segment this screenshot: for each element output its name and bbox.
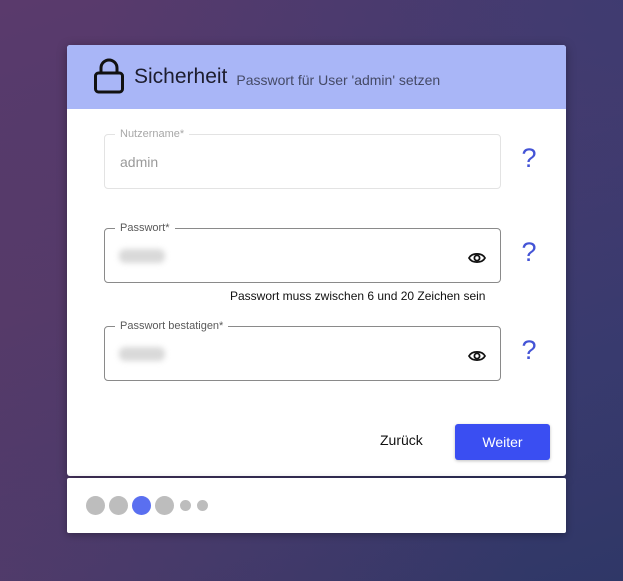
next-button[interactable]: Weiter <box>455 424 550 460</box>
password-confirm-field[interactable]: Passwort bestatigen* <box>104 319 501 381</box>
step-dot-6 <box>197 500 208 511</box>
password-field[interactable]: Passwort* <box>104 221 501 283</box>
username-field: Nutzername* admin <box>104 127 501 189</box>
password-hint: Passwort muss zwischen 6 und 20 Zeichen … <box>230 289 486 303</box>
security-dialog: Sicherheit Passwort für User 'admin' set… <box>67 45 566 476</box>
step-dot-5 <box>180 500 191 511</box>
step-dot-4 <box>155 496 174 515</box>
username-help-icon[interactable]: ? <box>519 144 539 172</box>
password-confirm-masked-value <box>119 347 165 361</box>
stepper-panel <box>67 478 566 533</box>
password-confirm-help-icon[interactable]: ? <box>519 336 539 364</box>
dialog-header: Sicherheit Passwort für User 'admin' set… <box>67 45 566 109</box>
dialog-subtitle: Passwort für User 'admin' setzen <box>236 71 441 88</box>
step-dot-1 <box>86 496 105 515</box>
username-label: Nutzername* <box>115 127 190 141</box>
password-label: Passwort* <box>115 221 175 235</box>
password-masked-value <box>119 249 165 263</box>
dialog-title: Sicherheit <box>134 65 228 88</box>
back-button[interactable]: Zurück <box>380 432 423 448</box>
username-value: admin <box>120 154 159 170</box>
lock-icon <box>93 58 125 94</box>
eye-icon[interactable] <box>467 349 487 363</box>
eye-icon[interactable] <box>467 251 487 265</box>
password-help-icon[interactable]: ? <box>519 238 539 266</box>
step-dot-3-active <box>132 496 151 515</box>
step-dot-2 <box>109 496 128 515</box>
password-confirm-label: Passwort bestatigen* <box>115 319 229 333</box>
